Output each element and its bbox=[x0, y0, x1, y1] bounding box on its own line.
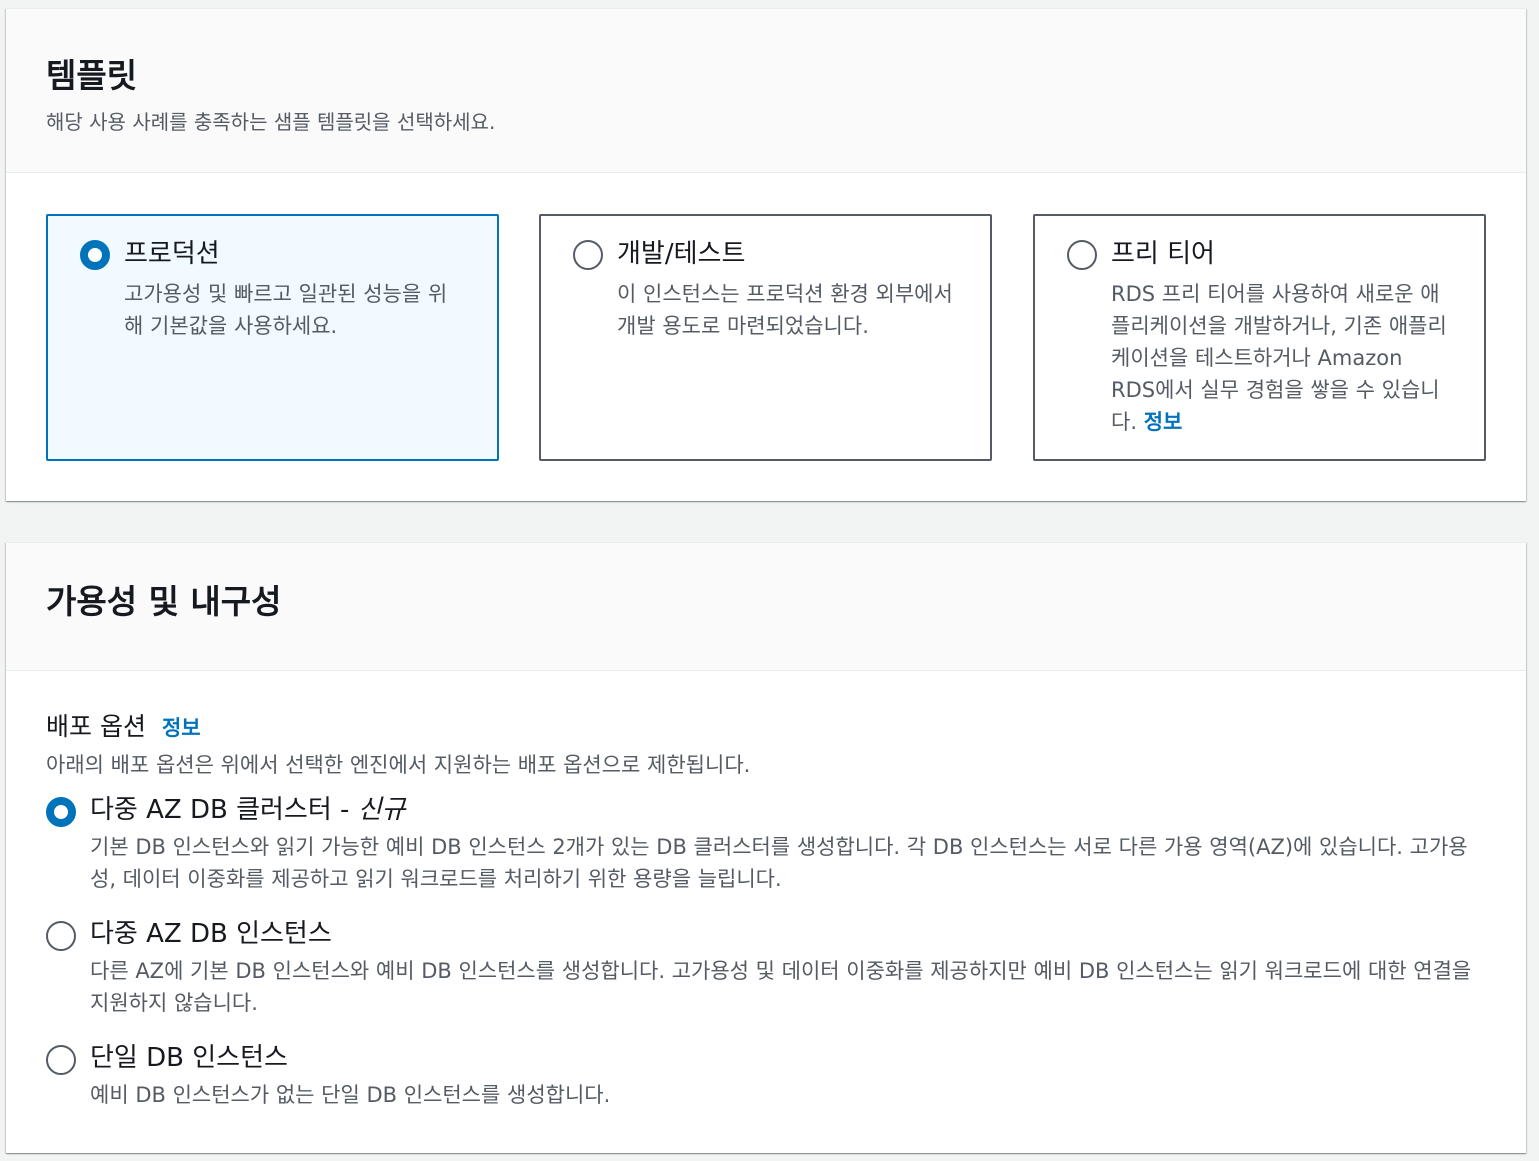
tile-free-tier[interactable]: 프리 티어 RDS 프리 티어를 사용하여 새로운 애플리케이션을 개발하거나,… bbox=[1033, 214, 1486, 461]
tile-production-description: 고가용성 및 빠르고 일관된 성능을 위해 기본값을 사용하세요. bbox=[124, 282, 448, 338]
option-multi-az-cluster-label-text: 다중 AZ DB 클러스터 - bbox=[90, 795, 358, 825]
option-multi-az-cluster-description: 기본 DB 인스턴스와 읽기 가능한 예비 DB 인스턴스 2개가 있는 DB … bbox=[90, 835, 1468, 891]
option-multi-az-instance-description: 다른 AZ에 기본 DB 인스턴스와 예비 DB 인스턴스를 생성합니다. 고가… bbox=[90, 959, 1472, 1015]
radio-free-tier[interactable] bbox=[1067, 240, 1097, 270]
radio-single-instance[interactable] bbox=[46, 1045, 76, 1075]
radio-production[interactable] bbox=[80, 240, 110, 270]
availability-title: 가용성 및 내구성 bbox=[46, 582, 282, 621]
tile-dev-test-label: 개발/테스트 bbox=[617, 239, 746, 269]
deployment-options-label: 배포 옵션 정보 bbox=[46, 707, 201, 743]
templates-description: 해당 사용 사례를 충족하는 샘플 템플릿을 선택하세요. bbox=[46, 110, 496, 134]
availability-header: 가용성 및 내구성 bbox=[6, 543, 1526, 671]
option-multi-az-instance-label: 다중 AZ DB 인스턴스 bbox=[90, 919, 332, 949]
deployment-options-label-text: 배포 옵션 bbox=[46, 712, 146, 741]
templates-title: 템플릿 bbox=[46, 56, 138, 95]
new-badge: 신규 bbox=[357, 795, 406, 825]
tile-dev-test[interactable]: 개발/테스트 이 인스턴스는 프로덕션 환경 외부에서 개발 용도로 마련되었습… bbox=[539, 214, 992, 461]
deployment-options-description: 아래의 배포 옵션은 위에서 선택한 엔진에서 지원하는 배포 옵션으로 제한됩… bbox=[46, 753, 751, 777]
tile-production-label: 프로덕션 bbox=[124, 239, 220, 269]
templates-header: 템플릿 해당 사용 사례를 충족하는 샘플 템플릿을 선택하세요. bbox=[6, 9, 1526, 173]
option-single-instance-description: 예비 DB 인스턴스가 없는 단일 DB 인스턴스를 생성합니다. bbox=[90, 1083, 611, 1107]
availability-panel: 가용성 및 내구성 배포 옵션 정보 아래의 배포 옵션은 위에서 선택한 엔진에… bbox=[6, 542, 1526, 1153]
option-multi-az-cluster-label: 다중 AZ DB 클러스터 - 신규 bbox=[90, 793, 406, 827]
radio-multi-az-instance[interactable] bbox=[46, 921, 76, 951]
tile-dev-test-description: 이 인스턴스는 프로덕션 환경 외부에서 개발 용도로 마련되었습니다. bbox=[617, 282, 953, 338]
radio-multi-az-cluster[interactable] bbox=[46, 797, 76, 827]
templates-panel: 템플릿 해당 사용 사례를 충족하는 샘플 템플릿을 선택하세요. 프로덕션 고… bbox=[6, 8, 1526, 501]
radio-dev-test[interactable] bbox=[573, 240, 603, 270]
free-tier-info-link[interactable]: 정보 bbox=[1144, 410, 1183, 434]
tile-production[interactable]: 프로덕션 고가용성 및 빠르고 일관된 성능을 위해 기본값을 사용하세요. bbox=[46, 214, 499, 461]
tile-free-tier-label: 프리 티어 bbox=[1111, 239, 1215, 269]
deployment-info-link[interactable]: 정보 bbox=[162, 716, 201, 740]
option-single-instance-label: 단일 DB 인스턴스 bbox=[90, 1043, 288, 1073]
tile-free-tier-description: RDS 프리 티어를 사용하여 새로운 애플리케이션을 개발하거나, 기존 애플… bbox=[1111, 278, 1451, 438]
